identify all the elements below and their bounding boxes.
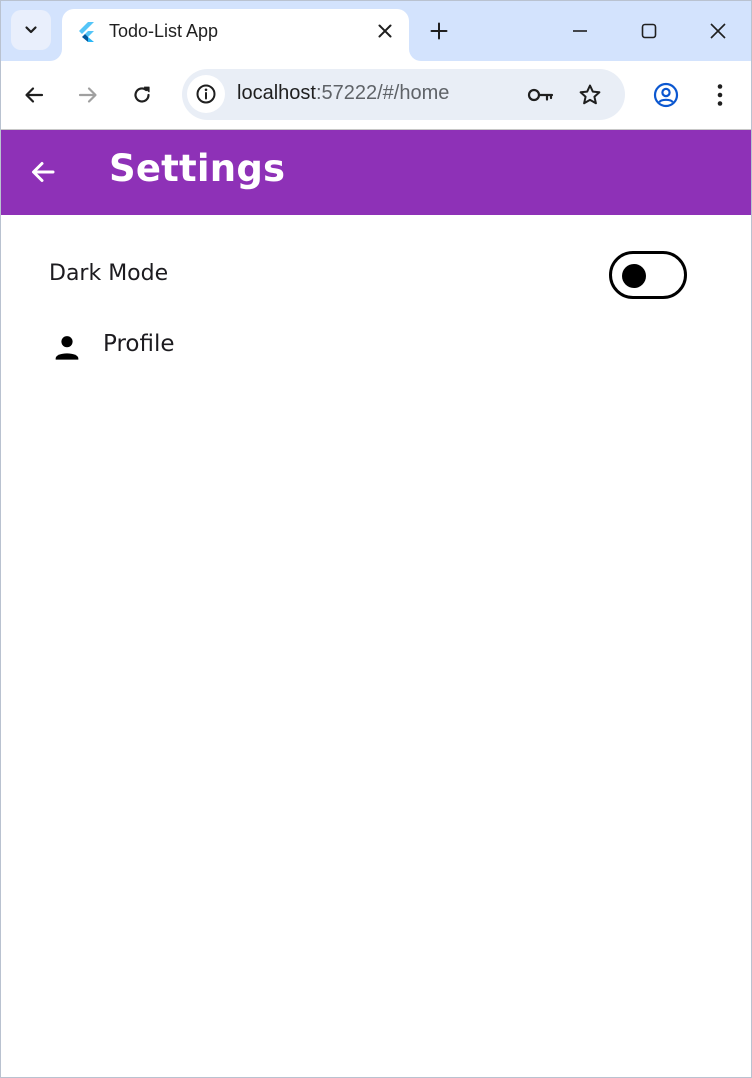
new-tab-button[interactable] bbox=[425, 17, 453, 45]
arrow-back-icon bbox=[25, 87, 44, 103]
page-title: Settings bbox=[109, 147, 286, 190]
arrow-forward-icon bbox=[78, 87, 97, 103]
minimize-icon bbox=[573, 30, 587, 32]
more-vert-icon bbox=[717, 84, 723, 106]
browser-toolbar: localhost:57222/#/home bbox=[1, 61, 751, 129]
flutter-logo-icon bbox=[79, 22, 94, 42]
url-path: :57222/#/home bbox=[315, 82, 450, 104]
tab-close-button[interactable] bbox=[374, 20, 396, 42]
person-icon bbox=[55, 336, 79, 360]
password-manager-button[interactable] bbox=[526, 80, 556, 110]
reload-button[interactable] bbox=[127, 80, 157, 110]
maximize-button[interactable] bbox=[633, 15, 665, 47]
tab-todo-list-app[interactable]: Todo-List App bbox=[62, 9, 409, 61]
profile-row[interactable]: Profile bbox=[1, 323, 751, 373]
app-back-button[interactable] bbox=[23, 152, 63, 192]
dark-mode-row[interactable]: Dark Mode bbox=[1, 245, 751, 305]
close-icon bbox=[378, 24, 392, 38]
dark-mode-label: Dark Mode bbox=[49, 261, 169, 286]
minimize-button[interactable] bbox=[564, 15, 596, 47]
settings-list: Dark Mode Profile bbox=[1, 215, 751, 1077]
close-icon bbox=[710, 23, 726, 39]
url-host: localhost bbox=[237, 82, 316, 104]
arrow-back-icon bbox=[32, 162, 55, 182]
window-close-button[interactable] bbox=[702, 15, 734, 47]
bookmark-button[interactable] bbox=[575, 80, 605, 110]
site-info-button[interactable] bbox=[187, 75, 225, 113]
app-bar: Settings bbox=[1, 130, 751, 215]
maximize-icon bbox=[641, 23, 657, 39]
tab-title: Todo-List App bbox=[109, 21, 219, 41]
dark-mode-switch[interactable] bbox=[609, 251, 687, 299]
account-circle-icon bbox=[653, 82, 679, 108]
star-icon bbox=[579, 84, 601, 105]
forward-button[interactable] bbox=[73, 80, 103, 110]
chevron-down-icon bbox=[25, 26, 37, 34]
profile-button[interactable] bbox=[651, 80, 681, 110]
profile-label: Profile bbox=[103, 331, 175, 357]
back-button[interactable] bbox=[19, 80, 49, 110]
browser-window: Todo-List App localhost:57222/#/home Set… bbox=[0, 0, 752, 1078]
browser-menu-button[interactable] bbox=[706, 80, 734, 110]
address-bar[interactable]: localhost:57222/#/home bbox=[182, 69, 625, 120]
tab-strip: Todo-List App bbox=[1, 1, 751, 61]
key-icon bbox=[527, 88, 554, 102]
switch-thumb bbox=[622, 264, 646, 288]
tab-search-button[interactable] bbox=[11, 10, 51, 50]
reload-icon bbox=[134, 86, 150, 103]
plus-icon bbox=[430, 22, 448, 40]
url-text[interactable]: localhost:57222/#/home bbox=[237, 82, 449, 105]
info-icon bbox=[196, 84, 216, 104]
